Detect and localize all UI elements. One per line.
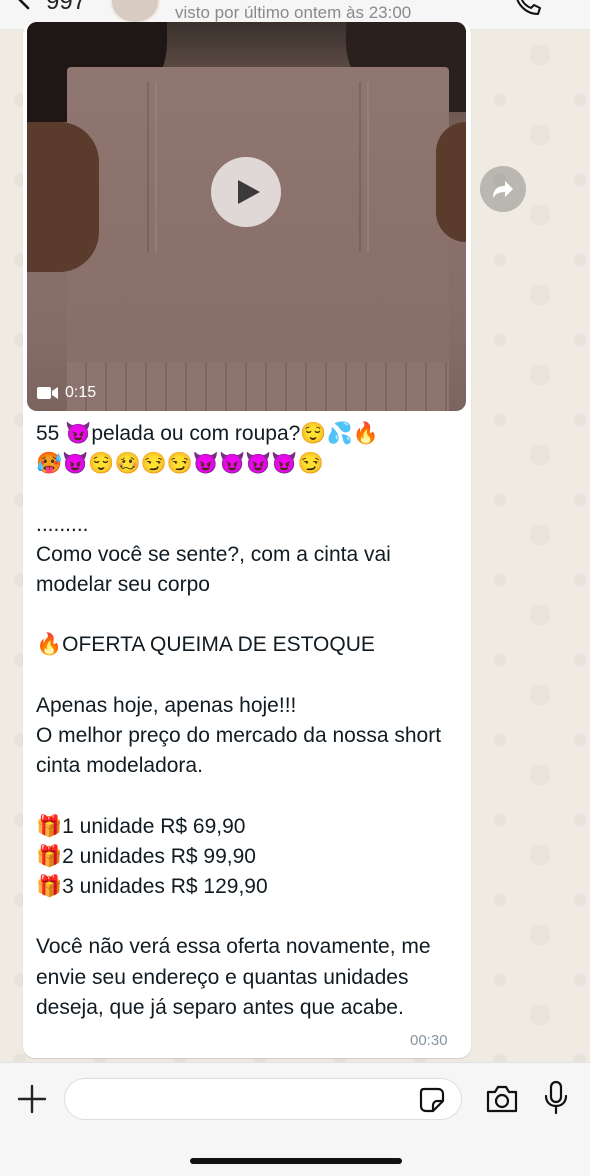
message-input[interactable] (64, 1078, 462, 1120)
play-icon (238, 180, 260, 204)
phone-icon[interactable] (512, 0, 542, 16)
video-frame-shape (147, 82, 157, 252)
contact-name[interactable]: 997 (46, 0, 86, 16)
camera-icon[interactable] (485, 1084, 519, 1114)
video-camera-icon (37, 387, 58, 399)
play-button[interactable] (211, 157, 281, 227)
video-duration-label: 0:15 (65, 384, 97, 401)
sticker-icon[interactable] (418, 1086, 446, 1114)
message-text: 55 😈pelada ou com roupa?😌💦🔥 🥵😈😌🥴😏😏😈😈😈😈😏 … (36, 422, 442, 1019)
microphone-icon[interactable] (543, 1080, 569, 1116)
video-frame-shape (67, 362, 449, 411)
message-timestamp: 00:30 (410, 1032, 448, 1049)
forward-button[interactable] (480, 166, 526, 212)
avatar[interactable] (110, 0, 160, 24)
video-thumbnail[interactable]: 0:15 (27, 22, 466, 411)
video-frame-shape (27, 122, 99, 272)
video-frame-shape (67, 67, 449, 411)
video-frame-shape (359, 82, 369, 252)
home-indicator (190, 1158, 402, 1164)
video-frame-shape (436, 122, 466, 242)
last-seen-status: visto por último ontem às 23:00 (175, 3, 412, 22)
chevron-left-icon[interactable] (14, 0, 36, 10)
forward-icon (493, 181, 513, 198)
video-duration: 0:15 (37, 384, 96, 402)
plus-icon[interactable] (16, 1083, 48, 1115)
